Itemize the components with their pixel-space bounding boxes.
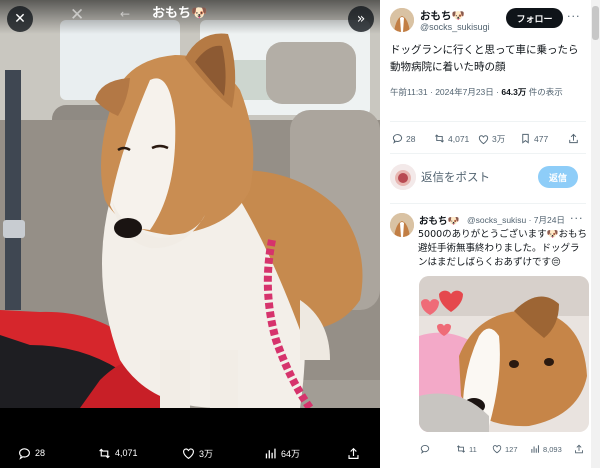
reply-dog-photo[interactable] [419,276,589,432]
close-icon: ✕ [14,11,26,27]
reply-like-count: 127 [505,444,518,454]
retweet-count: 4,071 [448,133,470,144]
retweet-icon [99,448,110,458]
viewer-like-button[interactable]: 3万 [182,446,213,460]
expand-button[interactable]: » [348,6,374,32]
heart-icon [183,447,194,459]
viewer-views-button[interactable]: 64万 [264,446,300,460]
reply-retweet-count: 11 [469,444,477,454]
post-text: ドッグランに行くと思って車に乗ったら動物病院に着いた時の顔 [390,44,579,73]
retweet-icon [456,445,466,453]
viewer-reply-button[interactable]: 28 [18,446,45,460]
post-views-value: 64.3万 [501,87,527,97]
reply-retweet-button[interactable]: 11 [456,444,477,454]
follow-button[interactable]: フォロー [506,8,563,28]
divider [390,203,586,204]
viewer-retweet-button[interactable]: 4,071 [98,446,138,460]
viewer-author-name: おもち🐶 [152,6,208,21]
post-meta: 午前11:31 · 2024年7月23日 · 64.3万 件の表示 [390,85,586,99]
viewer-views-count: 64万 [281,448,301,459]
reply-icon [19,447,30,460]
author-handle[interactable]: @socks_sukisugi [420,22,490,32]
reply-more-options-icon[interactable]: ··· [570,212,584,225]
heart-icon [478,134,489,144]
viewer-reply-count: 28 [35,448,46,458]
reply-views-count: 8,093 [543,444,562,454]
reply-timestamp: · 7月24日 [528,215,565,225]
author-avatar[interactable] [390,8,414,32]
more-options-icon[interactable]: ··· [567,10,581,23]
bookmark-button[interactable]: 477 [520,133,548,144]
post-views-suffix: 件の表示 [526,87,563,97]
heart-icon [492,445,502,454]
reply-author-avatar[interactable] [390,213,414,237]
close-button[interactable]: ✕ [7,6,33,32]
viewer-retweet-count: 4,071 [115,448,138,458]
scrollbar-thumb[interactable] [592,6,599,40]
dog-photo[interactable] [0,0,380,408]
reply-button[interactable]: 28 [392,133,415,144]
author-name[interactable]: おもち🐶 [420,8,465,23]
reply-count: 28 [406,133,416,144]
reply-like-button[interactable]: 127 [492,444,518,454]
share-icon [348,447,359,459]
reply-icon [420,445,430,454]
reply-reply-button[interactable] [420,444,433,454]
media-viewer: ✕ ✕ ← おもち🐶 » 28 4,071 3万 64万 [0,0,380,468]
reply-icon [392,134,403,144]
back-arrow-icon: ← [120,7,131,21]
screen: ✕ ✕ ← おもち🐶 » 28 4,071 3万 64万 おもち🐶 @socks… [0,0,600,468]
expand-icon: » [356,11,366,27]
reply-author-handle[interactable]: @socks_sukisu · 7月24日 [467,214,565,226]
like-button[interactable]: 3万 [478,133,505,145]
retweet-button[interactable]: 4,071 [434,133,469,144]
post-timestamp[interactable]: 午前11:31 · 2024年7月23日 · [390,87,501,97]
like-count: 3万 [492,134,506,144]
my-avatar [390,164,416,190]
reply-author-name[interactable]: おもち🐶 [419,213,459,227]
divider [390,121,586,122]
viewer-like-count: 3万 [199,448,214,459]
divider [390,153,586,154]
reply-views-button[interactable]: 8,093 [530,444,562,454]
share-button[interactable] [568,133,579,144]
bookmark-count: 477 [534,133,549,144]
viewer-share-button[interactable] [347,446,360,460]
post-panel: おもち🐶 @socks_sukisugi フォロー ··· ドッグランに行くと思… [380,0,600,468]
share-icon [575,444,583,454]
reply-input[interactable]: 返信をポスト [421,169,490,185]
views-chart-icon [531,445,539,453]
reply-share-button[interactable] [574,444,584,454]
reply-text: 5000のありがとうございます🐶おもち避妊手術無事終わりました。ドッグランはまだ… [418,229,588,268]
share-icon [569,133,578,144]
x-logo-icon: ✕ [70,5,85,25]
views-chart-icon [265,448,276,458]
retweet-icon [435,134,444,143]
bookmark-icon [522,133,529,144]
scrollbar[interactable] [591,0,600,468]
reply-submit-button[interactable]: 返信 [538,166,578,188]
